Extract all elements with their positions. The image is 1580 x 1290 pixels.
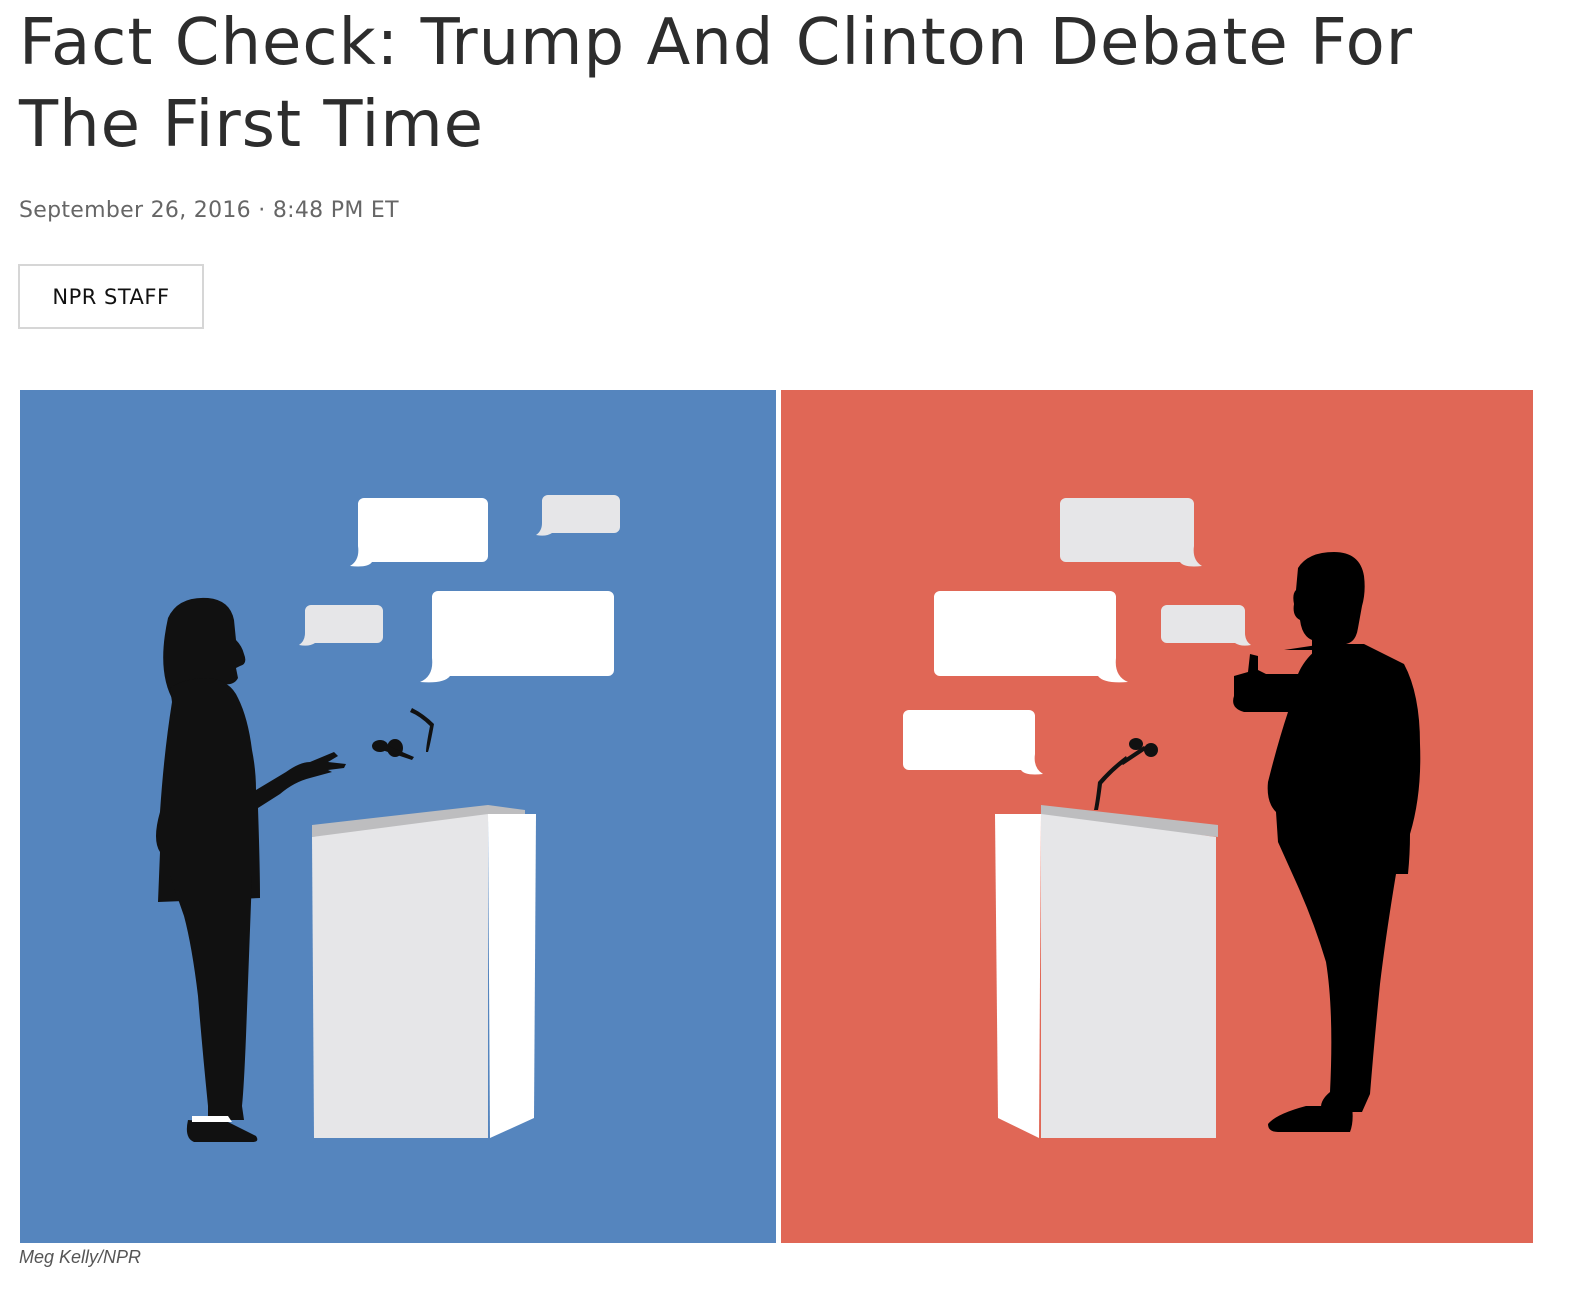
speech-bubble [903,710,1043,775]
speech-bubble [1060,498,1202,567]
speech-bubble [420,591,614,683]
speech-bubble [299,605,383,646]
speech-bubble [536,495,620,536]
lead-image [20,390,1533,1243]
speech-bubble [350,498,488,567]
image-credit: Meg Kelly/NPR [19,1247,142,1267]
article-time: 8:48 PM ET [272,198,399,223]
panel-divider [776,390,781,1243]
article-date: September 26, 2016 [19,198,251,223]
speech-bubble [934,591,1128,683]
left-speaker-shoe-detail [192,1116,232,1122]
speech-bubble [1161,605,1251,646]
dateline-separator: · [258,198,266,223]
byline-button[interactable]: NPR STAFF [18,264,204,329]
left-podium [312,805,536,1138]
article-headline: Fact Check: Trump And Clinton Debate For… [19,6,1414,162]
debate-illustration [20,390,1533,1243]
article-dateline: September 26, 2016 · 8:48 PM ET [19,196,399,226]
right-podium [995,805,1218,1138]
